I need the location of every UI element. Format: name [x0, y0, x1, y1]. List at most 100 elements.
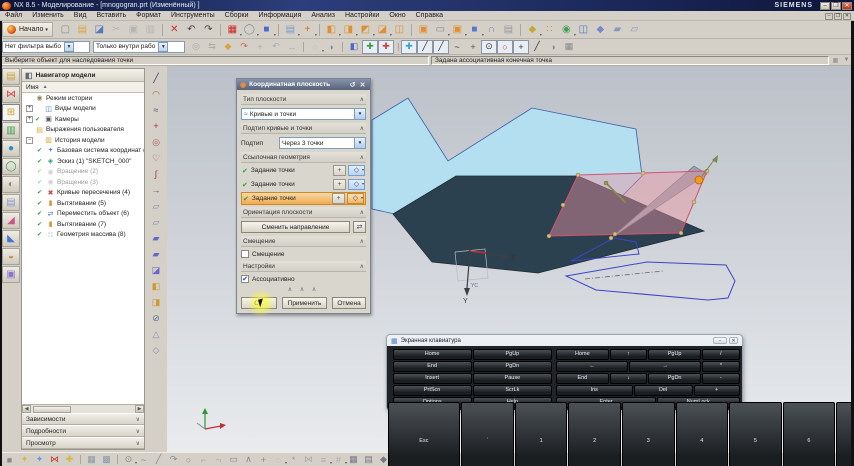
keyboard-key[interactable]: ↑ — [609, 348, 648, 360]
patch-icon[interactable]: ◇ — [148, 342, 165, 358]
menu-item[interactable]: Окно — [384, 11, 410, 21]
section-plane-orientation[interactable]: Ориентация плоскости ∧ — [241, 207, 366, 218]
tree-checkbox[interactable] — [37, 210, 45, 217]
tree-item[interactable]: Переместить объект (6) — [22, 209, 144, 220]
delete-icon[interactable]: ✕▾ — [161, 22, 183, 38]
boss-icon[interactable]: ■ ▾ — [466, 22, 484, 38]
point-constructor-icon[interactable]: ◇ ▾ — [348, 165, 365, 176]
keyboard-key[interactable]: 5 — [729, 401, 782, 466]
cross-snap-icon[interactable]: +▾ — [465, 40, 481, 54]
transform-icon[interactable]: + ▾ — [299, 22, 316, 38]
tree-checkbox[interactable] — [37, 168, 45, 175]
tree-item[interactable]: Вращение (2) — [22, 167, 144, 178]
keyboard-key[interactable]: ScrLk — [472, 384, 552, 396]
keyboard-title-bar[interactable]: ▦ Экранная клавиатура – ✕ — [387, 335, 742, 346]
keyboard-key[interactable]: Esc — [387, 401, 461, 466]
body2-icon[interactable]: ▤▾ — [361, 453, 376, 466]
point-dialog-icon[interactable]: + — [332, 193, 345, 204]
keyboard-key[interactable]: 1 — [514, 401, 568, 466]
sketch-arc-icon[interactable]: ↷▾ — [166, 453, 181, 466]
specify-point-row[interactable]: ✔ Задание точки + ◇ ▾ — [241, 178, 366, 191]
keyboard-close-button[interactable]: ✕ — [729, 337, 738, 344]
keyboard-key[interactable]: Del — [633, 384, 693, 396]
scroll-thumb[interactable] — [33, 405, 71, 413]
tree-item[interactable]: Эскиз (1) "SKETCH_000" — [22, 156, 144, 167]
profile-icon[interactable]: ∧▾ — [241, 453, 256, 466]
lasso-icon[interactable]: ◌ ▾ — [303, 40, 324, 54]
keyboard-key[interactable]: PgUp — [648, 348, 701, 360]
arc-icon[interactable]: ◠ — [148, 86, 165, 102]
copy-icon[interactable]: ▣▾ — [125, 22, 142, 38]
keyboard-key[interactable]: Pause — [472, 372, 552, 384]
section-plane-type[interactable]: Тип плоскости ∧ — [241, 94, 366, 105]
curve-snap-icon[interactable]: ~▾ — [449, 40, 465, 54]
keyboard-key[interactable]: Insert — [392, 372, 472, 384]
offset-curve-icon[interactable]: ≡ ▾ — [316, 453, 332, 466]
keyboard-key[interactable]: Ins — [555, 384, 633, 396]
sketch-pane-icon[interactable]: ▭ ▾ — [432, 22, 450, 38]
tree-item[interactable]: Вытягивание (5) — [22, 198, 144, 209]
menu-item[interactable]: Настройки — [340, 11, 384, 21]
fillet2-icon[interactable]: ¬▾ — [211, 453, 226, 466]
close-button[interactable]: ✕ — [842, 1, 852, 10]
subtract-icon[interactable]: ◨ ▾ — [340, 22, 358, 38]
keyboard-key[interactable]: PgDn — [472, 360, 552, 372]
zoom-icon[interactable]: ✚▾ — [378, 39, 394, 54]
reverse-direction-icon[interactable]: ⇄ — [353, 221, 366, 233]
point-dialog-icon[interactable]: + — [333, 165, 346, 176]
keyboard-key[interactable]: PrtScn — [392, 384, 472, 396]
point-constructor-icon[interactable]: ◇ ▾ — [348, 179, 365, 190]
menu-item[interactable]: Информация — [254, 11, 307, 21]
tree-expander[interactable]: − — [26, 136, 33, 144]
wedge-icon[interactable]: ◆▾ — [220, 40, 236, 54]
datum-sheets-icon[interactable]: ▤ ▾ — [277, 22, 300, 38]
menu-item[interactable]: Анализ — [306, 11, 340, 21]
pattern-curve-icon[interactable]: *▾ — [286, 453, 301, 466]
hd3d-tools-icon[interactable]: ● — [2, 140, 20, 157]
roles-icon[interactable]: ◒ — [2, 248, 20, 265]
keyboard-key[interactable]: Home — [392, 348, 472, 360]
constraint-navigator-icon[interactable]: ⋈ — [2, 86, 20, 103]
wave-link-icon[interactable]: ◫▾ — [575, 22, 592, 38]
menu-item[interactable]: Вставить — [91, 11, 131, 21]
tree-item[interactable]: Вытягивание (7) — [22, 219, 144, 230]
shell-icon[interactable]: ◉ ▾ — [558, 22, 576, 38]
offset-surface-icon[interactable]: ⊘ — [148, 310, 165, 326]
view-cube-icon[interactable]: ■ ▾ — [258, 22, 276, 38]
keyboard-key[interactable]: End — [392, 360, 472, 372]
keyboard-key[interactable]: ↓ — [609, 372, 648, 384]
rotate-point-icon[interactable]: ↷▾ — [236, 40, 252, 54]
ellipse-icon[interactable]: ◎ — [148, 134, 165, 150]
keyboard-key[interactable]: ← — [555, 360, 629, 372]
project-curve-icon[interactable]: # ▾ — [331, 453, 347, 466]
dialog-grid2-icon[interactable]: ▩▾ — [99, 453, 114, 466]
section-settings[interactable]: Настройки ∧ — [241, 261, 366, 272]
keyboard-key[interactable]: PgUp — [472, 348, 552, 360]
assembly-navigator-icon[interactable]: ▤ — [2, 68, 20, 85]
system-scenes-icon[interactable]: ▣ — [2, 266, 20, 283]
open-icon[interactable]: ▤▾ — [74, 22, 91, 38]
selection-filter-combo[interactable]: Нет фильтра выбо ▼ — [2, 40, 90, 53]
section-offset[interactable]: Смещение ∧ — [241, 236, 366, 247]
sketch-circle-icon[interactable]: ○▾ — [181, 453, 196, 466]
reuse-library-icon[interactable]: ▥ — [2, 122, 20, 139]
swap-view-icon[interactable]: ⇆▾ — [204, 40, 220, 54]
move-face-icon[interactable]: ◆ ▾ — [519, 22, 542, 38]
menu-item[interactable]: Сборки — [220, 11, 254, 21]
system-materials-icon[interactable]: ▤ — [2, 194, 20, 211]
keyboard-minimize-button[interactable]: – — [713, 337, 727, 344]
points-icon[interactable]: ✚▾ — [62, 453, 77, 466]
sheet2-icon[interactable]: ▰ — [148, 246, 165, 262]
unite-icon[interactable]: ◧ ▾ — [318, 22, 341, 38]
tree-checkbox[interactable] — [37, 147, 45, 154]
keyboard-key[interactable]: End — [555, 372, 609, 384]
rectangle-icon[interactable]: ▭▾ — [226, 453, 241, 466]
gears-icon[interactable]: ◎▾ — [188, 40, 204, 54]
screen-split-icon[interactable]: ▦ ▾ — [219, 22, 242, 38]
tree-checkbox[interactable] — [37, 200, 45, 207]
menu-item[interactable]: Файл — [0, 11, 27, 21]
hole-icon[interactable]: ▣ ▾ — [449, 22, 467, 38]
section-reference-geometry[interactable]: Ссылочная геометрия ∧ — [241, 152, 366, 163]
scroll-left-icon[interactable]: ◀ — [22, 405, 31, 413]
navigator-section-bar[interactable]: Просмотр ∨ — [22, 437, 144, 449]
